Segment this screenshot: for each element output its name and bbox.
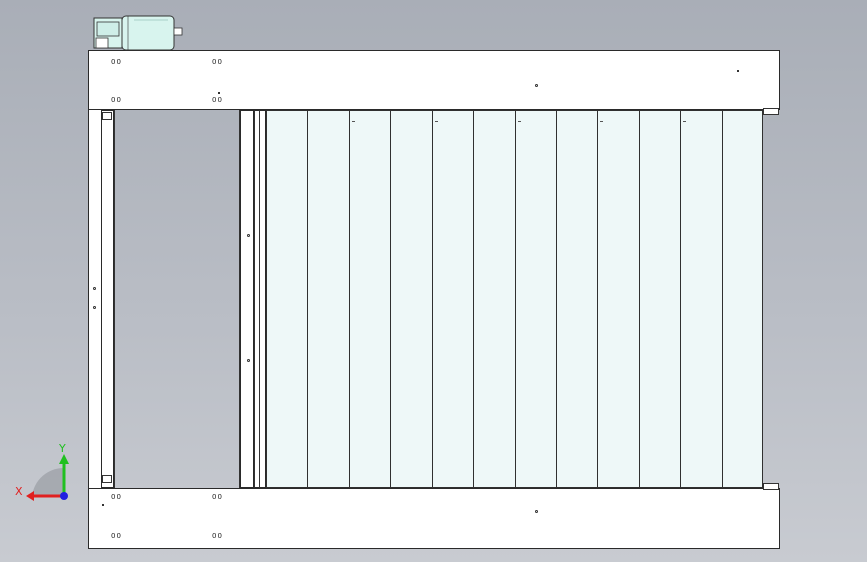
coordinate-triad: [26, 454, 69, 501]
left-frame-rail-outer: [88, 50, 102, 548]
mount-hole: 00: [212, 58, 223, 66]
slat-mark: [600, 121, 603, 122]
slat-divider: [515, 110, 516, 488]
slat-divider: [556, 110, 557, 488]
right-end-bracket-top: [763, 108, 779, 115]
slat-divider: [390, 110, 391, 488]
x-axis-label: X: [15, 485, 23, 498]
beam-mark: [535, 84, 538, 87]
slat-mark: [518, 121, 521, 122]
mount-hole: 00: [212, 532, 223, 540]
bottom-beam: [88, 488, 780, 549]
slat-divider: [349, 110, 350, 488]
mount-hole: 00: [111, 96, 122, 104]
drive-motor: [93, 15, 183, 51]
slat-divider: [473, 110, 474, 488]
slat-mark: [435, 121, 438, 122]
left-rail-bracket: [102, 112, 112, 120]
mount-hole: 00: [212, 96, 223, 104]
slat-divider: [722, 110, 723, 488]
plate-divider: [259, 110, 260, 488]
top-beam: [88, 50, 780, 110]
slat-divider: [680, 110, 681, 488]
slat-divider: [307, 110, 308, 488]
mount-hole: 00: [111, 58, 122, 66]
beam-mark: [218, 92, 220, 94]
drive-side-plate-inner: [254, 110, 266, 488]
rail-mark: [93, 306, 96, 309]
cad-viewport[interactable]: 00 00 00 00 00 00 00 00 Y X: [0, 0, 867, 562]
mount-hole: 00: [212, 493, 223, 501]
plate-mark: [247, 359, 250, 362]
slat-divider: [432, 110, 433, 488]
left-frame-rail-inner: [101, 110, 114, 488]
plate-mark: [247, 234, 250, 237]
slat-mark: [352, 121, 355, 122]
open-bay: [114, 110, 240, 488]
y-axis-label: Y: [59, 442, 66, 455]
beam-mark: [737, 70, 739, 72]
slat-divider: [639, 110, 640, 488]
slat-divider: [597, 110, 598, 488]
left-rail-bracket: [102, 475, 112, 483]
beam-mark: [535, 510, 538, 513]
mount-hole: 00: [111, 493, 122, 501]
drive-side-plate: [240, 110, 254, 488]
slat-mark: [683, 121, 686, 122]
mount-hole: 00: [111, 532, 122, 540]
right-end-bracket-bottom: [763, 483, 779, 490]
rail-mark: [93, 287, 96, 290]
beam-mark: [102, 504, 104, 506]
